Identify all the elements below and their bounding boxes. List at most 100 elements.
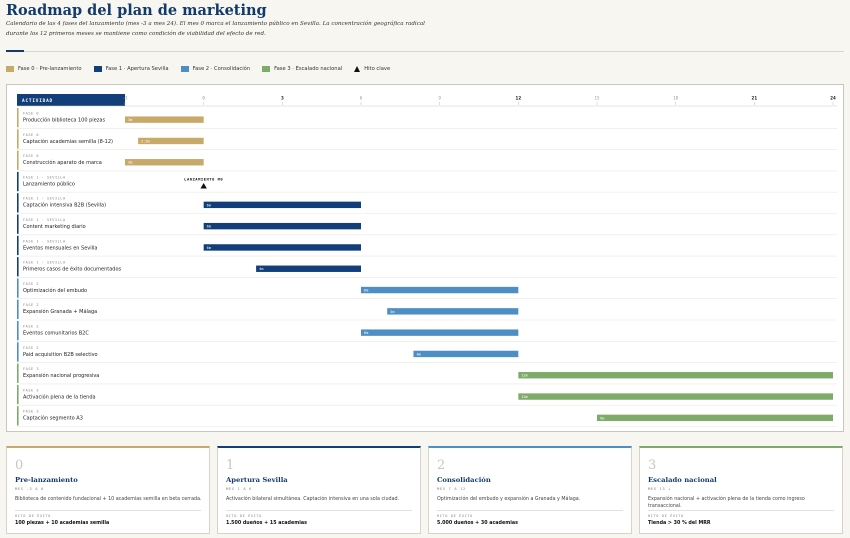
legend-item-phase-0: Fase 0 · Pre-lanzamiento <box>6 66 82 72</box>
milestone-triangle-icon <box>354 66 361 72</box>
kpi-value: 5.000 dueños + 30 academias <box>437 521 518 526</box>
phase-number: 1 <box>226 458 235 473</box>
x-tick-label: 6 <box>360 96 363 101</box>
phase-card-3: 3 Escalado nacional MES 13 + Expansión n… <box>639 446 843 534</box>
gantt-bar-label: 6m <box>364 331 368 335</box>
row-activity-name: Eventos mensuales en Sevilla <box>23 245 97 251</box>
phase-number: 2 <box>437 458 446 473</box>
x-tick-label: 18 <box>673 96 679 101</box>
gantt-bar-label: 6m <box>207 246 211 250</box>
row-phase-marker <box>17 171 19 192</box>
row-activity-name: Producción biblioteca 100 piezas <box>23 117 105 124</box>
row-activity-name: Primeros casos de éxito documentados <box>23 266 121 273</box>
gantt-bar-label: 6m <box>207 203 211 207</box>
phase-description: Expansión nacional + activación plena de… <box>648 497 805 509</box>
kpi-label: HITO DE ÉXITO <box>15 514 51 518</box>
phase-description: Biblioteca de contenido fundacional + 10… <box>15 497 202 502</box>
row-phase-marker <box>17 278 19 298</box>
row-phase-marker <box>17 406 19 426</box>
gantt-bar <box>203 222 361 230</box>
row-phase-marker <box>17 129 19 149</box>
gantt-bar-label: 2.5m <box>141 139 150 143</box>
phase-name: Escalado nacional <box>648 476 717 484</box>
row-phase-tag: FASE 0 <box>23 133 39 137</box>
row-phase-tag: FASE 3 <box>23 410 39 414</box>
phase-card-0: 0 Pre-lanzamiento MES -3 A 0 Biblioteca … <box>6 446 210 534</box>
row-phase-tag: FASE 1 · SEVILLA <box>23 218 66 222</box>
legend: Fase 0 · Pre-lanzamiento Fase 1 · Apertu… <box>6 65 402 73</box>
gantt-bar <box>256 265 361 272</box>
phase-months: MES 7 A 12 <box>437 486 466 491</box>
row-activity-name: Activación plena de la tienda <box>23 393 96 400</box>
title-rule <box>24 50 844 52</box>
phase-months: MES -3 A 0 <box>15 486 44 491</box>
gantt-bar-label: 3m <box>128 161 132 165</box>
card-divider <box>15 510 201 511</box>
x-tick-label: 0 <box>202 96 205 101</box>
row-phase-tag: FASE 2 <box>23 325 39 329</box>
row-phase-tag: FASE 2 <box>23 346 39 350</box>
page-subtitle: Calendario de las 4 fases del lanzamient… <box>6 21 425 37</box>
kpi-value: Tienda > 30 % del MRR <box>648 521 711 526</box>
x-tick-label: -3 <box>122 96 128 101</box>
kpi-label: HITO DE ÉXITO <box>437 514 473 518</box>
row-activity-name: Content marketing diario <box>23 224 86 230</box>
title-rule-accent <box>6 50 24 52</box>
gantt-chart: ACTIVIDAD-3 0 3 6 9 12 15 18 21 24FASE 0Producció… <box>17 94 837 427</box>
gantt-bar <box>203 201 361 209</box>
gantt-bar <box>361 286 519 294</box>
row-activity-name: Captación academias semilla (8-12) <box>23 138 113 145</box>
row-phase-tag: FASE 1 · SEVILLA <box>23 197 66 201</box>
legend-label: Fase 0 · Pre-lanzamiento <box>18 66 82 72</box>
x-tick-label: 12 <box>516 96 522 102</box>
gantt-bar-label: 9m <box>600 416 604 420</box>
phase-description: Activación bilateral simultánea. Captaci… <box>226 497 400 502</box>
row-phase-marker <box>17 235 19 256</box>
gantt-bar-label: 12m <box>521 374 528 378</box>
phase-description: Optimización del embudo y expansión a Gr… <box>437 497 581 502</box>
legend-swatch <box>93 66 102 72</box>
row-activity-name: Captación intensiva B2B (Sevilla) <box>23 202 106 209</box>
row-phase-marker <box>17 257 19 277</box>
legend-swatch <box>180 66 189 72</box>
phase-months: MES 1 A 6 <box>226 486 252 491</box>
x-tick-label: 9 <box>438 96 441 101</box>
row-activity-name: Expansión Granada + Málaga <box>23 308 97 315</box>
row-phase-tag: FASE 1 · SEVILLA <box>23 239 66 243</box>
phase-name: Consolidación <box>437 476 491 484</box>
row-activity-name: Eventos comunitarios B2C <box>23 331 89 337</box>
gantt-bar-label: 4m <box>416 352 420 356</box>
row-phase-tag: FASE 2 <box>23 303 39 307</box>
row-phase-marker <box>17 321 19 341</box>
legend-item-phase-2: Fase 2 · Consolidación <box>180 66 250 72</box>
milestone-triangle <box>200 183 207 189</box>
kpi-label: HITO DE ÉXITO <box>648 514 684 518</box>
row-phase-tag: FASE 0 <box>23 112 39 116</box>
row-activity-name: Lanzamiento público <box>23 180 75 187</box>
gantt-bar-label: 4m <box>259 267 263 271</box>
phase-number: 0 <box>15 458 24 473</box>
phase-card-1: 1 Apertura Sevilla MES 1 A 6 Activación … <box>217 446 421 534</box>
row-activity-name: Captación segmento A3 <box>23 415 83 422</box>
row-phase-marker <box>17 342 19 362</box>
legend-swatch <box>262 66 271 72</box>
gantt-bar-label: 6m <box>364 288 368 292</box>
card-divider <box>648 510 834 511</box>
gantt-bar-label: 12m <box>521 395 528 399</box>
milestone-label: LANZAMIENTO M0 <box>184 177 223 182</box>
row-phase-tag: FASE 3 <box>23 388 39 392</box>
row-phase-marker <box>17 299 19 319</box>
row-phase-marker <box>17 193 19 213</box>
phase-cards: 0 Pre-lanzamiento MES -3 A 0 Biblioteca … <box>6 446 844 534</box>
x-tick-label: 24 <box>830 96 836 102</box>
gantt-bar <box>387 308 519 315</box>
legend-swatch <box>6 66 14 72</box>
row-activity-name: Optimización del embudo <box>23 287 87 294</box>
row-phase-marker <box>17 363 19 383</box>
phase-name: Pre-lanzamiento <box>15 476 78 484</box>
activity-header-label: ACTIVIDAD <box>22 98 53 104</box>
row-phase-tag: FASE 0 <box>23 154 39 158</box>
gantt-bar <box>203 244 361 251</box>
kpi-value: 1.500 dueños + 15 academias <box>226 521 307 526</box>
row-phase-marker <box>17 150 19 170</box>
